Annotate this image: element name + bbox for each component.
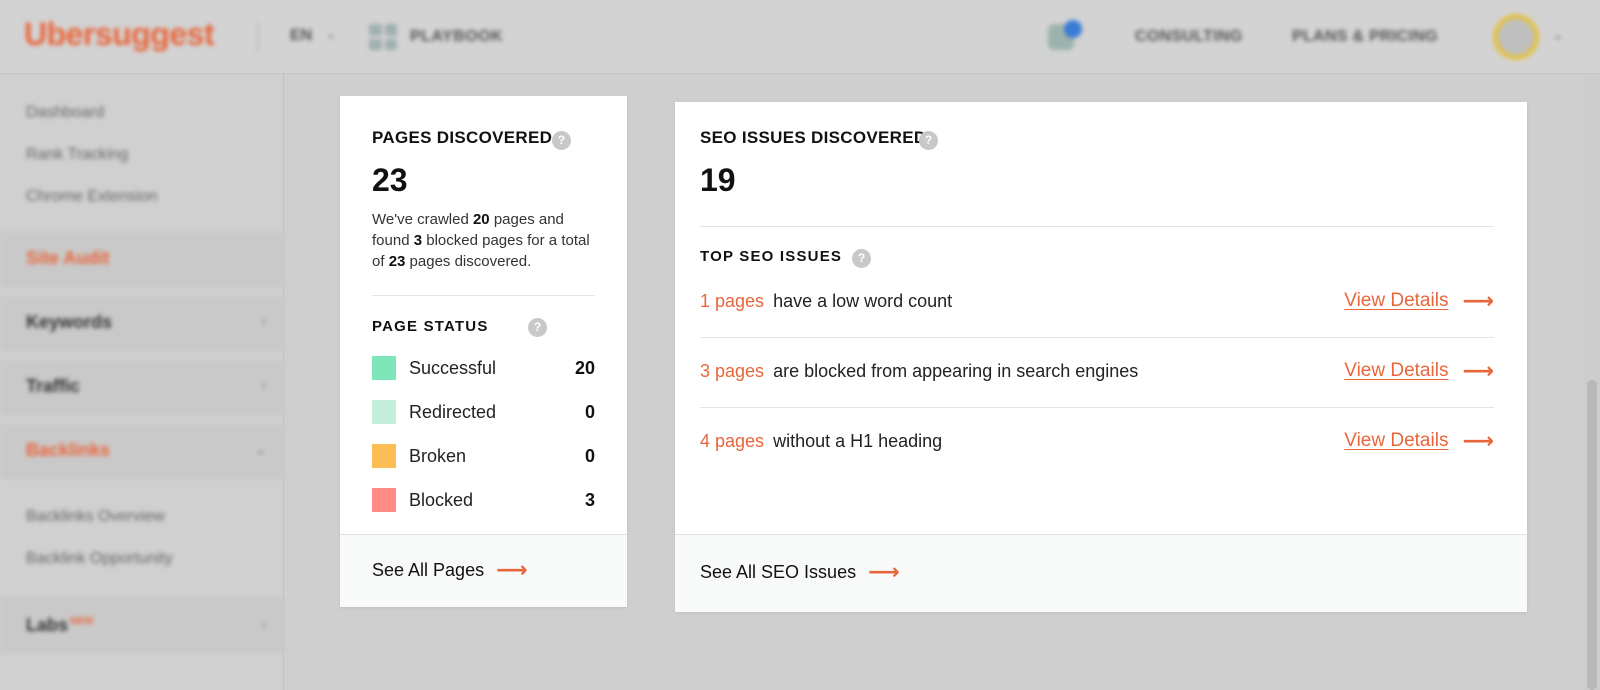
see-all-pages-link[interactable]: See All Pages ⟶ xyxy=(372,559,528,581)
see-all-pages-label: See All Pages xyxy=(372,559,485,580)
seo-issue-row: 3 pages are blocked from appearing in se… xyxy=(700,338,1494,408)
chevron-down-icon[interactable]: ⌄ xyxy=(326,27,336,41)
sidebar-item-backlinks[interactable]: Backlinks ⌄ xyxy=(0,424,284,478)
sidebar-item-label: Backlinks xyxy=(26,440,111,460)
ubersuggest-logo[interactable]: Ubersuggest xyxy=(24,16,215,53)
seo-card-footer: See All SEO Issues ⟶ xyxy=(675,534,1527,612)
nav-consulting[interactable]: CONSULTING xyxy=(1135,28,1243,46)
new-badge: NEW xyxy=(70,616,94,627)
seo-issue-description: without a H1 heading xyxy=(773,431,943,451)
status-count: 3 xyxy=(584,490,595,510)
divider xyxy=(700,226,1494,227)
sidebar-item-backlink-opportunity[interactable]: Backlink Opportunity xyxy=(26,550,173,568)
seo-issue-text: 4 pages without a H1 heading xyxy=(700,431,942,452)
pages-discovered-title: PAGES DISCOVERED xyxy=(372,128,553,147)
view-details-label: View Details xyxy=(1344,290,1449,311)
language-selector[interactable]: EN xyxy=(290,27,312,45)
help-icon[interactable]: ? xyxy=(919,131,938,150)
seo-issue-description: have a low word count xyxy=(773,291,953,311)
chevron-right-icon: › xyxy=(261,314,266,329)
status-count: 20 xyxy=(574,358,595,378)
seo-issues-card: SEO ISSUES DISCOVERED ? 19 TOP SEO ISSUE… xyxy=(675,102,1527,612)
pages-discovered-total: 23 xyxy=(372,162,408,198)
seo-issue-text: 3 pages are blocked from appearing in se… xyxy=(700,361,1138,382)
sidebar-item-label: Labs NEW xyxy=(26,615,93,636)
arrow-right-icon: ⟶ xyxy=(496,557,528,582)
pages-card-footer: See All Pages ⟶ xyxy=(340,534,627,607)
divider xyxy=(372,295,595,296)
status-count: 0 xyxy=(584,446,595,466)
status-swatch xyxy=(372,488,396,512)
sidebar-item-label: Traffic xyxy=(26,376,81,396)
top-seo-issues-title: TOP SEO ISSUES xyxy=(700,248,843,265)
arrow-right-icon: ⟶ xyxy=(1462,428,1494,453)
scrollbar-thumb[interactable] xyxy=(1587,380,1597,690)
sidebar-item-dashboard[interactable]: Dashboard xyxy=(26,104,104,122)
pages-discovered-card: PAGES DISCOVERED ? 23 We've crawled 20 p… xyxy=(340,96,627,607)
playbook-icon[interactable] xyxy=(369,24,397,50)
labs-label: Labs xyxy=(26,615,69,635)
sidebar: Dashboard Rank Tracking Chrome Extension… xyxy=(0,74,284,690)
sidebar-item-site-audit[interactable]: Site Audit xyxy=(0,232,284,286)
status-label: Broken xyxy=(409,446,467,466)
see-all-seo-issues-link[interactable]: See All SEO Issues ⟶ xyxy=(700,561,900,583)
view-details-link[interactable]: View Details ⟶ xyxy=(1344,290,1494,312)
playbook-link[interactable]: PLAYBOOK xyxy=(410,28,503,46)
chevron-down-icon[interactable]: ⌄ xyxy=(1553,28,1563,42)
sidebar-item-label: Keywords xyxy=(26,312,113,332)
status-row-blocked: Blocked 3 xyxy=(372,488,595,514)
arrow-right-icon: ⟶ xyxy=(868,559,900,584)
seo-issue-text: 1 pages have a low word count xyxy=(700,291,952,312)
sidebar-item-rank-tracking[interactable]: Rank Tracking xyxy=(26,146,128,164)
status-row-broken: Broken 0 xyxy=(372,444,595,470)
status-label: Redirected xyxy=(409,402,497,422)
avatar[interactable] xyxy=(1493,14,1539,60)
seo-issue-count[interactable]: 4 pages xyxy=(700,431,764,451)
seo-issues-title: SEO ISSUES DISCOVERED xyxy=(700,128,927,147)
chevron-down-icon: ⌄ xyxy=(255,442,266,457)
sidebar-item-label: Site Audit xyxy=(26,248,110,268)
view-details-link[interactable]: View Details ⟶ xyxy=(1344,360,1494,382)
help-icon[interactable]: ? xyxy=(528,318,547,337)
pages-discovered-description: We've crawled 20 pages and found 3 block… xyxy=(372,211,590,270)
page-status-title: PAGE STATUS xyxy=(372,318,489,335)
status-row-successful: Successful 20 xyxy=(372,356,595,382)
status-count: 0 xyxy=(584,402,595,422)
top-nav-bar: Ubersuggest EN ⌄ PLAYBOOK CONSULTING PLA… xyxy=(0,0,1600,74)
view-details-label: View Details xyxy=(1344,360,1449,381)
view-details-link[interactable]: View Details ⟶ xyxy=(1344,430,1494,452)
status-row-redirected: Redirected 0 xyxy=(372,400,595,426)
sidebar-item-traffic[interactable]: Traffic › xyxy=(0,360,284,414)
chevron-right-icon: › xyxy=(261,617,266,632)
help-icon[interactable]: ? xyxy=(552,131,571,150)
seo-issue-row: 4 pages without a H1 heading View Detail… xyxy=(700,408,1494,478)
nav-divider xyxy=(257,22,259,52)
sidebar-item-labs[interactable]: Labs NEW › xyxy=(0,598,284,652)
see-all-seo-issues-label: See All SEO Issues xyxy=(700,561,857,582)
seo-issue-row: 1 pages have a low word count View Detai… xyxy=(700,268,1494,338)
status-swatch xyxy=(372,400,396,424)
status-swatch xyxy=(372,356,396,380)
seo-issue-description: are blocked from appearing in search eng… xyxy=(773,361,1139,381)
notification-badge xyxy=(1064,20,1082,38)
arrow-right-icon: ⟶ xyxy=(1462,358,1494,383)
sidebar-item-chrome-extension[interactable]: Chrome Extension xyxy=(26,188,158,206)
chevron-right-icon: › xyxy=(261,378,266,393)
seo-issue-count[interactable]: 3 pages xyxy=(700,361,764,381)
seo-issue-count[interactable]: 1 pages xyxy=(700,291,764,311)
sidebar-item-backlinks-overview[interactable]: Backlinks Overview xyxy=(26,508,165,526)
arrow-right-icon: ⟶ xyxy=(1462,288,1494,313)
status-swatch xyxy=(372,444,396,468)
sidebar-item-keywords[interactable]: Keywords › xyxy=(0,296,284,350)
seo-issues-total: 19 xyxy=(700,162,736,198)
status-label: Successful xyxy=(409,358,497,378)
view-details-label: View Details xyxy=(1344,430,1449,451)
help-icon[interactable]: ? xyxy=(852,249,871,268)
nav-plans-pricing[interactable]: PLANS & PRICING xyxy=(1292,28,1438,46)
status-label: Blocked xyxy=(409,490,474,510)
